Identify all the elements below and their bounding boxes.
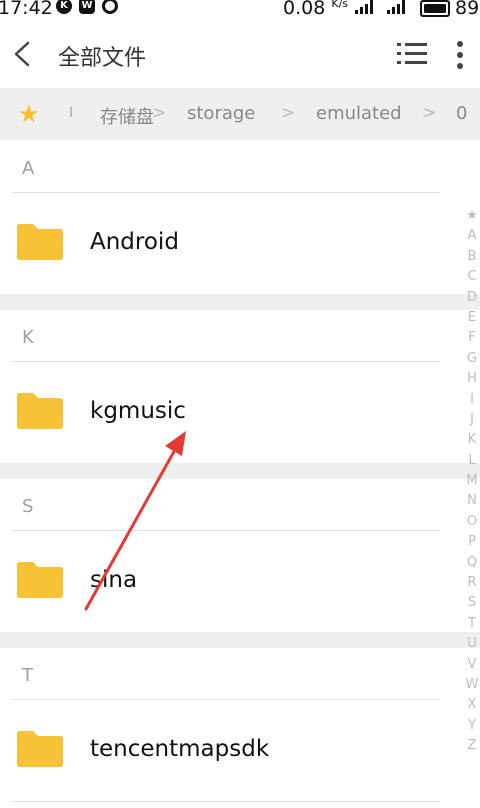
breadcrumb-item-0[interactable]: 0 <box>456 103 467 124</box>
index-letter-h[interactable]: H <box>463 369 480 389</box>
section-header-t: T <box>22 665 33 686</box>
signal-4g-icon <box>387 0 405 14</box>
folder-row-kgmusic[interactable]: kgmusic <box>0 362 455 462</box>
list-view-icon[interactable] <box>397 42 427 66</box>
section-header-k: K <box>22 327 34 348</box>
breadcrumb-item-emulated[interactable]: emulated <box>316 103 402 124</box>
section-gap <box>0 294 480 310</box>
index-letter-z[interactable]: Z <box>463 736 480 756</box>
w-app-icon: W <box>79 0 95 14</box>
index-letter-l[interactable]: L <box>463 451 480 471</box>
status-time: 17:42 <box>0 0 53 19</box>
index-letter-f[interactable]: F <box>463 328 480 348</box>
folder-icon <box>17 562 63 598</box>
section-header-s: S <box>22 496 34 517</box>
index-letter-p[interactable]: P <box>463 532 480 552</box>
index-letter-r[interactable]: R <box>463 573 480 593</box>
folder-name: tencentmapsdk <box>90 736 270 762</box>
index-letter-w[interactable]: W <box>463 675 480 695</box>
more-vertical-icon[interactable] <box>452 40 468 70</box>
folder-row-android[interactable]: Android <box>0 193 455 293</box>
breadcrumb: ★ I 存储盘 > storage > emulated > 0 <box>0 88 480 140</box>
index-letter-g[interactable]: G <box>463 349 480 369</box>
index-letter-c[interactable]: C <box>463 267 480 287</box>
breadcrumb-separator: > <box>281 103 296 123</box>
index-letter-b[interactable]: B <box>463 247 480 267</box>
index-letter-s[interactable]: S <box>463 593 480 613</box>
network-speed: 0.08 K/s <box>283 0 349 19</box>
favorite-star-icon[interactable]: ★ <box>18 100 40 128</box>
divider <box>12 801 440 802</box>
breadcrumb-divider: I <box>69 105 74 121</box>
index-letter-n[interactable]: N <box>463 491 480 511</box>
battery-level: 89 <box>455 0 480 19</box>
breadcrumb-separator: > <box>152 103 167 123</box>
index-letter-k[interactable]: K <box>463 430 480 450</box>
folder-name: kgmusic <box>90 398 186 424</box>
breadcrumb-separator: > <box>422 103 437 123</box>
index-letter-v[interactable]: V <box>463 655 480 675</box>
k-app-icon: K <box>56 0 72 14</box>
page-title: 全部文件 <box>58 46 147 71</box>
folder-icon <box>17 393 63 429</box>
index-letter-t[interactable]: T <box>463 614 480 634</box>
folder-name: sina <box>90 567 138 593</box>
folder-icon <box>17 731 63 767</box>
folder-name: Android <box>90 229 179 255</box>
radar-icon <box>102 0 118 14</box>
index-letter-d[interactable]: D <box>463 288 480 308</box>
section-gap <box>0 463 480 479</box>
index-letter-i[interactable]: I <box>463 390 480 410</box>
index-letter-e[interactable]: E <box>463 308 480 328</box>
index-letter-j[interactable]: J <box>463 410 480 430</box>
battery-icon <box>420 0 450 17</box>
index-star[interactable]: ★ <box>463 206 480 226</box>
chevron-left-icon[interactable] <box>10 40 36 68</box>
section-header-a: A <box>22 158 35 179</box>
breadcrumb-item-storage-disk[interactable]: 存储盘 <box>100 103 154 129</box>
index-letter-q[interactable]: Q <box>463 553 480 573</box>
status-app-icons: K W <box>56 0 118 14</box>
folder-icon <box>17 224 63 260</box>
signal-icon <box>355 0 373 14</box>
index-letter-o[interactable]: O <box>463 512 480 532</box>
alphabet-index[interactable]: ★ A B C D E F G H I J K L M N O P Q R S T U V W X Y Z <box>463 206 480 757</box>
index-letter-x[interactable]: X <box>463 695 480 715</box>
folder-row-tencentmapsdk[interactable]: tencentmapsdk <box>0 700 455 800</box>
index-letter-m[interactable]: M <box>463 471 480 491</box>
section-gap <box>0 632 480 648</box>
breadcrumb-item-storage[interactable]: storage <box>187 103 255 124</box>
folder-row-sina[interactable]: sina <box>0 531 455 631</box>
index-letter-u[interactable]: U <box>463 634 480 654</box>
index-letter-a[interactable]: A <box>463 226 480 246</box>
index-letter-y[interactable]: Y <box>463 716 480 736</box>
title-bar: 全部文件 <box>0 20 480 88</box>
status-bar: 17:42 K W 0.08 K/s 89 <box>0 0 480 20</box>
